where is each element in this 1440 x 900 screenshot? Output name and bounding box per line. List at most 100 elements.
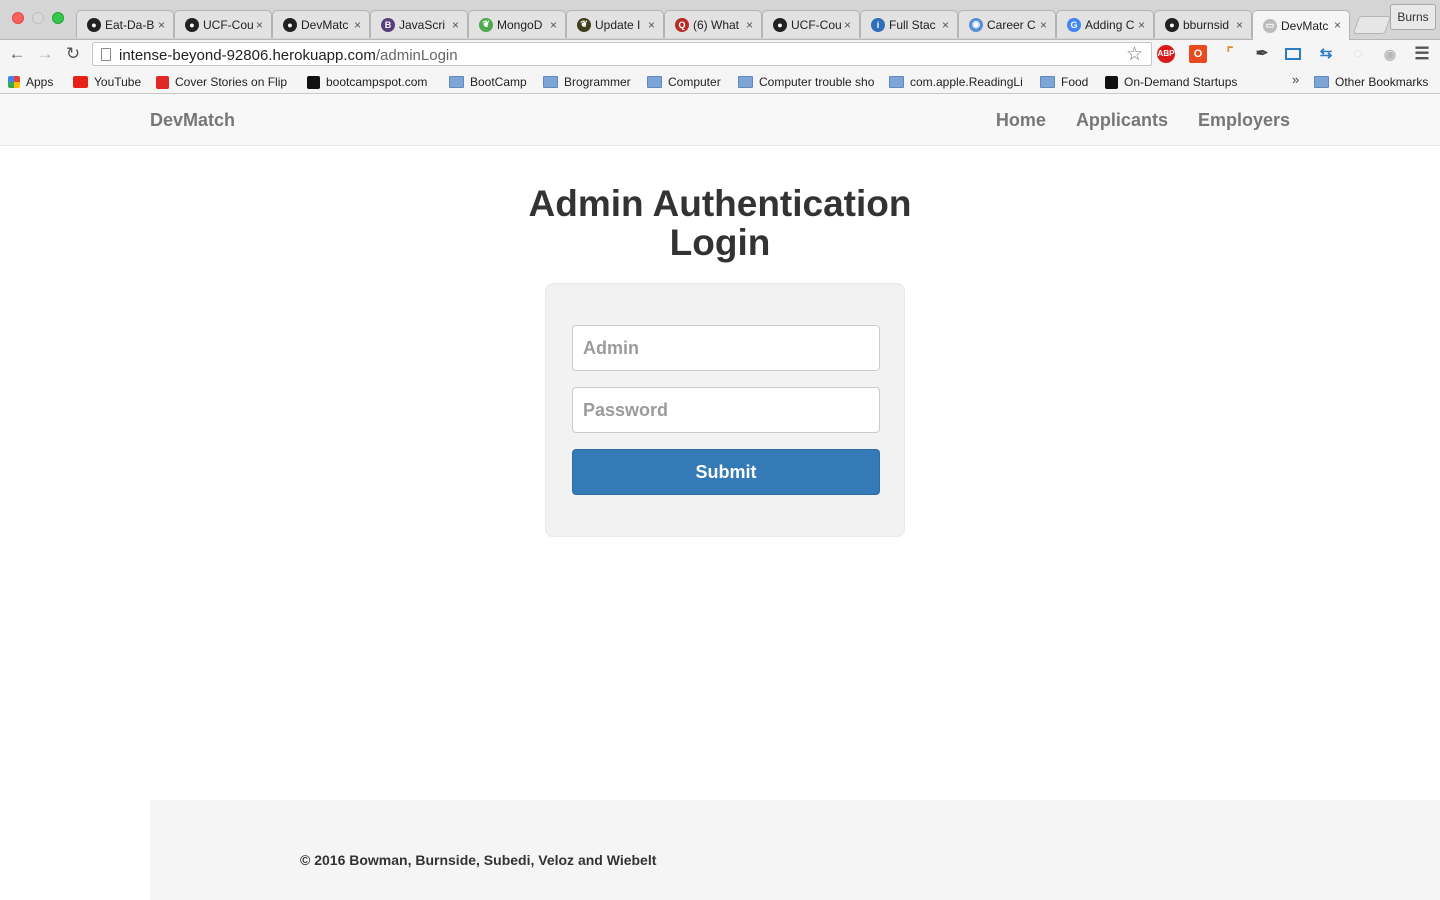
browser-tab[interactable]: Q (6) What × [664, 10, 762, 38]
tab-close-icon[interactable]: × [158, 18, 165, 32]
bookmark-label: On-Demand Startups [1124, 75, 1238, 89]
folder-icon [543, 76, 558, 88]
bookmark-label: Computer trouble sho [759, 75, 875, 89]
bookmark-folder[interactable]: Brogrammer [543, 73, 631, 91]
navbar-links: Home Applicants Employers [966, 110, 1290, 131]
address-bar[interactable]: intense-beyond-92806.herokuapp.com/admin… [92, 42, 1152, 66]
browser-tab[interactable]: ● Eat-Da-B × [76, 10, 174, 38]
tab-close-icon[interactable]: × [844, 18, 851, 32]
bookmark-star-icon[interactable]: ☆ [1126, 43, 1143, 66]
quora-icon: Q [675, 17, 689, 32]
tab-close-icon[interactable]: × [1040, 18, 1047, 32]
reload-icon[interactable]: ↻ [63, 44, 83, 64]
bookmark-label: Computer [668, 75, 721, 89]
bookmark-site[interactable]: bootcampspot.com [307, 73, 427, 91]
bookmark-folder[interactable]: BootCamp [449, 73, 527, 91]
bookmark-site[interactable]: On-Demand Startups [1105, 73, 1237, 91]
tab-title: DevMatc [301, 17, 349, 32]
adblock-plus-icon[interactable]: ABP [1157, 45, 1175, 63]
tab-close-icon[interactable]: × [256, 18, 263, 32]
bookmark-folder[interactable]: com.apple.ReadingLi [889, 73, 1023, 91]
tab-close-icon[interactable]: × [1236, 18, 1243, 32]
tab-close-icon[interactable]: × [746, 18, 753, 32]
submit-button[interactable]: Submit [572, 449, 880, 495]
extension-disabled-icon[interactable]: ◌ [1349, 45, 1367, 63]
other-bookmarks-folder[interactable]: Other Bookmarks [1314, 73, 1428, 91]
bookmark-label: com.apple.ReadingLi [910, 75, 1023, 89]
nav-link-employers[interactable]: Employers [1198, 110, 1290, 131]
tab-close-icon[interactable]: × [452, 18, 459, 32]
tab-title: Career C [987, 17, 1036, 32]
info-icon: i [871, 17, 885, 32]
github-icon: ● [185, 17, 199, 32]
window-maximize-button[interactable] [52, 12, 64, 24]
browser-tab[interactable]: ❦ MongoD × [468, 10, 566, 38]
tab-close-icon[interactable]: × [550, 18, 557, 32]
browser-tab[interactable]: B JavaScri × [370, 10, 468, 38]
tab-title: UCF-Cou [791, 17, 842, 32]
browser-tab[interactable]: ● UCF-Cou × [762, 10, 860, 38]
tab-strip: ● Eat-Da-B × ● UCF-Cou × ● DevMatc × B JavaScri × ❦ M… [0, 0, 1440, 40]
browser-tab[interactable]: ◉ Career C × [958, 10, 1056, 38]
eyedropper-icon[interactable]: ✒ [1253, 45, 1271, 63]
window-minimize-button[interactable] [32, 12, 44, 24]
bookmark-folder[interactable]: Computer trouble sho [738, 73, 874, 91]
bookmark-youtube[interactable]: YouTube [73, 73, 141, 91]
tab-close-icon[interactable]: × [648, 18, 655, 32]
nav-link-home[interactable]: Home [996, 110, 1046, 131]
browser-tab[interactable]: ● UCF-Cou × [174, 10, 272, 38]
bookmark-label: YouTube [94, 75, 142, 89]
bookmark-label: BootCamp [470, 75, 527, 89]
browser-menu-icon[interactable]: ☰ [1413, 45, 1431, 63]
back-arrow-icon[interactable]: ← [7, 44, 27, 64]
bookmarks-bar: » Other Bookmarks Apps YouTube Cover Stori… [0, 69, 1440, 94]
ruler-extension-icon[interactable]: ⌜ [1221, 45, 1239, 63]
tab-close-icon[interactable]: × [1334, 18, 1341, 32]
bookmark-label: Brogrammer [564, 75, 631, 89]
browser-chrome: ● Eat-Da-B × ● UCF-Cou × ● DevMatc × B JavaScri × ❦ M… [0, 0, 1440, 94]
folder-icon [449, 76, 464, 88]
tab-close-icon[interactable]: × [1138, 18, 1145, 32]
login-form-panel: Submit [545, 283, 905, 537]
tab-close-icon[interactable]: × [354, 18, 361, 32]
bookmark-apps[interactable]: Apps [8, 73, 53, 91]
browser-tab[interactable]: ▭ DevMatc × [1252, 10, 1350, 40]
bookmark-label: Food [1061, 75, 1089, 89]
bookmark-flipboard[interactable]: Cover Stories on Flip [156, 73, 287, 91]
nav-link-applicants[interactable]: Applicants [1076, 110, 1168, 131]
tab-title: bburnsid [1183, 17, 1230, 32]
navbar-brand[interactable]: DevMatch [150, 110, 235, 131]
swap-arrows-icon[interactable]: ⇆ [1317, 45, 1335, 63]
browser-tab[interactable]: ● bburnsid × [1154, 10, 1252, 38]
browser-tab[interactable]: ❦ Update I × [566, 10, 664, 38]
tab-close-icon[interactable]: × [942, 18, 949, 32]
office-icon[interactable]: O [1189, 45, 1207, 63]
folder-icon [647, 76, 662, 88]
tab-title: (6) What [693, 17, 740, 32]
page-title: Admin Authentication Login [470, 184, 970, 262]
url-text[interactable]: intense-beyond-92806.herokuapp.com/admin… [119, 47, 458, 64]
apps-icon [8, 76, 20, 88]
extension-circle-icon[interactable]: ◉ [1381, 45, 1399, 63]
bookmark-folder[interactable]: Food [1040, 73, 1088, 91]
bookmarks-overflow-chevron-icon[interactable]: » [1292, 72, 1299, 87]
browser-tab[interactable]: G Adding C × [1056, 10, 1154, 38]
google-icon: G [1067, 17, 1081, 32]
browser-tab[interactable]: i Full Stac × [860, 10, 958, 38]
browser-tab[interactable]: ● DevMatc × [272, 10, 370, 38]
window-close-button[interactable] [12, 12, 24, 24]
profile-button[interactable]: Burns [1390, 4, 1436, 30]
screenshot-icon[interactable] [1285, 48, 1301, 60]
tab-title: Update I [595, 17, 641, 32]
mongodb-icon: ❦ [479, 17, 493, 32]
folder-icon [1314, 76, 1329, 88]
admin-username-input[interactable] [572, 325, 880, 371]
site-icon [307, 75, 320, 89]
bookmark-folder[interactable]: Computer [647, 73, 721, 91]
page-title-line-1: Admin Authentication [528, 183, 912, 224]
tab-title: DevMatc [1281, 18, 1329, 33]
new-tab-button[interactable] [1352, 16, 1392, 34]
password-input[interactable] [572, 387, 880, 433]
tab-title: Full Stac [889, 17, 936, 32]
forward-arrow-icon[interactable]: → [35, 44, 55, 64]
